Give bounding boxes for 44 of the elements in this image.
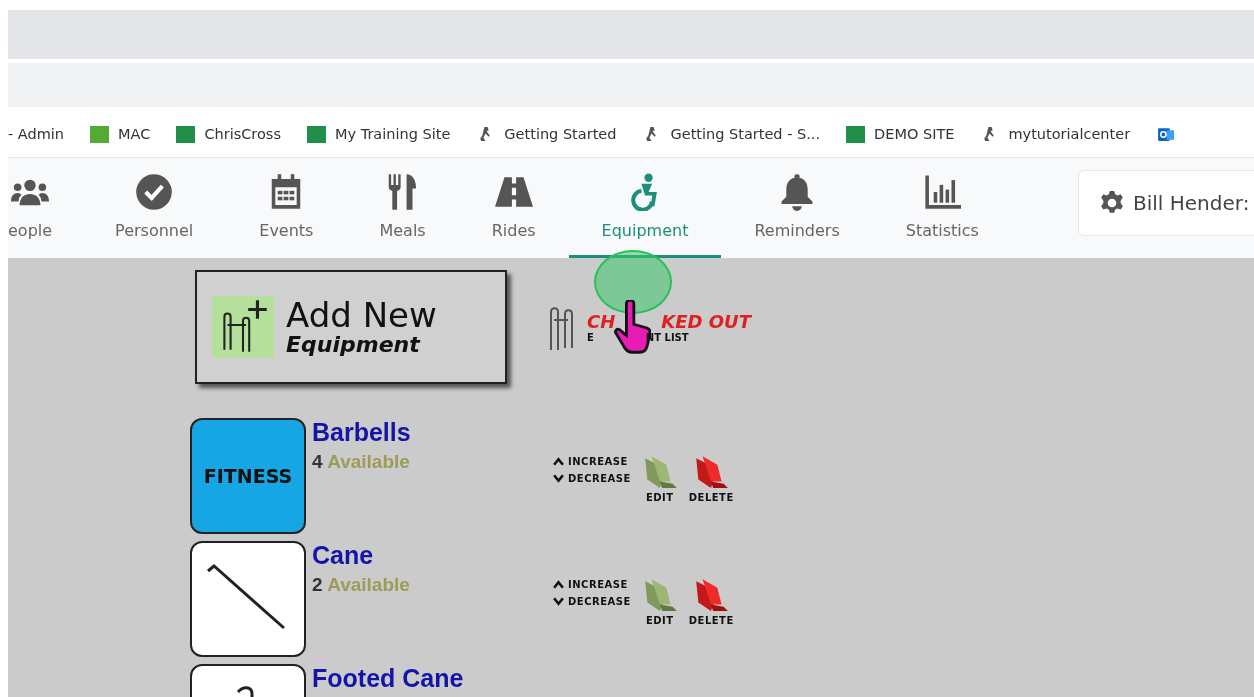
bookmark-logo-icon[interactable]	[307, 125, 326, 143]
check-circle-icon	[135, 173, 174, 211]
equipment-name-link[interactable]: Footed Cane	[312, 664, 547, 693]
nav-tab[interactable]: eople	[8, 158, 83, 258]
bookmark-link[interactable]: ChrisCross	[204, 126, 281, 142]
bookmark-link[interactable]: Getting Started	[504, 126, 617, 142]
add-equipment-button[interactable]: Add New Equipment	[195, 270, 507, 384]
bookmark-link[interactable]: - Admin	[8, 126, 65, 142]
nav-tab[interactable]: Reminders	[721, 158, 873, 258]
nav-tab[interactable]: Events	[226, 158, 347, 258]
edit-button[interactable]: EDIT	[640, 575, 679, 626]
bookmark-logo-icon[interactable]	[176, 125, 196, 143]
increase-button[interactable]: INCREASE	[553, 579, 631, 590]
nav-tab[interactable]: Statistics	[872, 158, 1012, 258]
delete-button[interactable]: DELETE	[688, 575, 734, 626]
chevron-down-icon	[553, 474, 564, 483]
mail-app-icon[interactable]	[1156, 125, 1176, 143]
decrease-button[interactable]: DECREASE	[553, 473, 631, 484]
bookmark-link[interactable]: Getting Started - S...	[670, 126, 821, 142]
delete-button[interactable]: DELETE	[688, 452, 734, 503]
chevron-up-icon	[553, 580, 564, 589]
nav-tab[interactable]: Personnel	[82, 158, 227, 258]
nav-tab[interactable]: Meals	[346, 158, 459, 258]
bookmark-link[interactable]: My Training Site	[335, 126, 451, 142]
chevron-up-icon	[553, 457, 564, 466]
bookmark-logo-icon[interactable]	[90, 125, 110, 143]
availability-text: 4 Available	[312, 451, 411, 473]
bookmark-link[interactable]: MAC	[118, 126, 151, 142]
equipment-name-link[interactable]: Barbells	[312, 418, 547, 447]
nav-tab[interactable]: Rides	[458, 158, 569, 258]
bar-chart-icon	[923, 173, 962, 211]
bookmark-link[interactable]: DEMO SITE	[874, 126, 955, 142]
user-menu-button[interactable]: Bill Hender:	[1078, 170, 1254, 236]
edit-button[interactable]: EDIT	[640, 452, 679, 503]
chevron-down-icon	[553, 597, 564, 606]
bookmark-link[interactable]: mytutorialcenter	[1008, 126, 1131, 142]
bookmark-logo-icon[interactable]	[846, 125, 866, 143]
category-tile: FITNESS	[190, 418, 306, 534]
walker-plus-icon	[212, 296, 274, 358]
equipment-name-link[interactable]: Cane	[312, 541, 547, 570]
increase-button[interactable]: INCREASE	[553, 456, 631, 467]
settings-icon	[1099, 190, 1125, 216]
availability-text: 2 Available	[312, 574, 411, 596]
decrease-button[interactable]: DECREASE	[553, 596, 631, 607]
